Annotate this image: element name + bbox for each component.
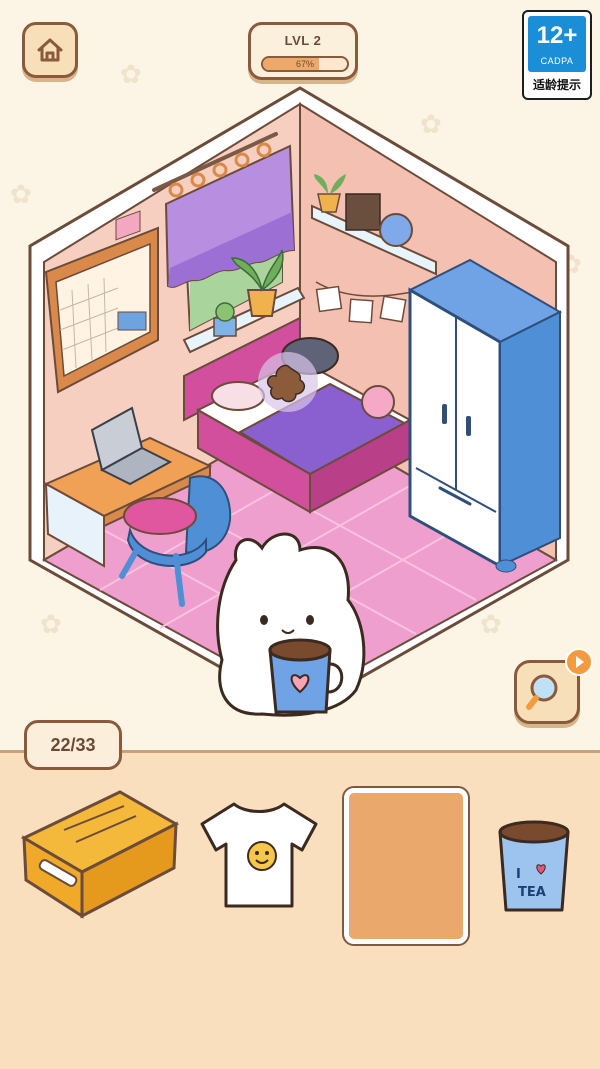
bunny-mascot: [216, 532, 366, 717]
pillow[interactable]: [211, 381, 265, 411]
plush-toy[interactable]: [379, 213, 413, 247]
suitcase-item[interactable]: [14, 784, 184, 924]
wardrobe[interactable]: [407, 258, 563, 573]
shelf-plant-pot[interactable]: [317, 193, 341, 213]
tea-cup-item[interactable]: I TEA: [494, 818, 574, 918]
tea-cup-label-i: I: [516, 867, 521, 882]
room-scene: [28, 86, 570, 717]
small-succulent[interactable]: [213, 302, 237, 337]
books[interactable]: [345, 193, 381, 231]
tea-cup-label-tea: TEA: [518, 885, 546, 900]
tshirt-item[interactable]: [196, 796, 322, 914]
cork-board-item[interactable]: [344, 788, 468, 944]
pink-plush[interactable]: [361, 385, 395, 419]
found-counter: 22/33: [24, 720, 122, 770]
video-ad-icon: [565, 648, 593, 676]
